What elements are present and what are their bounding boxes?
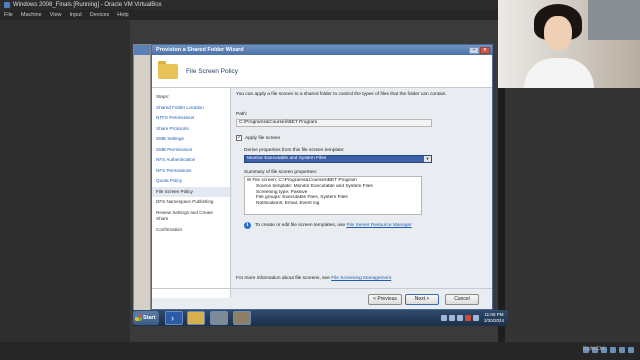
- next-button[interactable]: Next >: [405, 294, 439, 305]
- wizard-steps-sidebar: Steps: Shared Folder Location NTFS Permi…: [152, 88, 231, 298]
- summary-tree[interactable]: ⊟ File screen: C:\Programs&Courses\BET P…: [244, 176, 422, 215]
- menu-input[interactable]: Input: [70, 10, 82, 20]
- step-confirmation: Confirmation: [156, 226, 183, 232]
- steps-heading: Steps:: [156, 94, 170, 99]
- shared-folder-icon[interactable]: [619, 347, 625, 353]
- menu-file[interactable]: File: [4, 10, 13, 20]
- step-dfs-namespace-publishing: DFS Namespace Publishing: [156, 199, 214, 204]
- menu-machine[interactable]: Machine: [21, 10, 42, 20]
- provision-share-wizard: Provision a Shared Folder Wizard – × Fil…: [151, 44, 493, 310]
- tray-icon[interactable]: [440, 314, 447, 321]
- step-smb-permissions[interactable]: SMB Permissions: [152, 145, 230, 156]
- alert-icon[interactable]: [464, 314, 471, 321]
- footer-divider: [152, 288, 492, 289]
- step-shared-folder-location[interactable]: Shared Folder Location: [152, 103, 230, 114]
- fsrm-link[interactable]: File Server Resource Manager: [346, 223, 411, 228]
- step-share-protocols[interactable]: Share Protocols: [152, 124, 230, 135]
- step-file-screen-policy[interactable]: File Screen Policy: [152, 186, 230, 197]
- system-tray: 11:06 PM 3/30/2024: [440, 312, 504, 323]
- virtualbox-icon: [4, 2, 10, 8]
- tray-icon[interactable]: [448, 314, 455, 321]
- clock[interactable]: 11:06 PM 3/30/2024: [484, 312, 504, 323]
- server-manager-titlebar[interactable]: [134, 45, 150, 55]
- template-dropdown[interactable]: Monitor Executable and System Files ▼: [244, 155, 432, 163]
- wizard-content: You can apply a file screen to a shared …: [234, 90, 490, 298]
- menu-devices[interactable]: Devices: [90, 10, 110, 20]
- vbox-menubar: File Machine View Input Devices Help: [0, 10, 498, 20]
- step-review-settings: Review Settings and Create Share: [156, 209, 213, 222]
- desktop-background: [0, 20, 130, 342]
- tray-icon[interactable]: [456, 314, 463, 321]
- dialog-titlebar[interactable]: Provision a Shared Folder Wizard – ×: [152, 45, 492, 55]
- more-info-text: For more information about file screens,…: [236, 276, 392, 281]
- vbox-title: Windows 2008_Finals [Running] - Oracle V…: [13, 2, 162, 8]
- wizard-header: File Screen Policy: [152, 55, 492, 88]
- apply-file-screen-label: Apply file screen: [245, 135, 281, 141]
- host-key-label: Right Ctrl: [583, 346, 604, 352]
- derive-template-label: Derive properties from this file screen …: [244, 148, 345, 153]
- minimize-button[interactable]: –: [469, 46, 479, 54]
- summary-label: Summary of file screen properties:: [244, 170, 318, 175]
- page-title: File Screen Policy: [186, 68, 239, 75]
- server-manager-icon[interactable]: [210, 311, 228, 325]
- shared-folder-icon: [158, 61, 178, 79]
- apply-file-screen-checkbox[interactable]: ✓: [236, 135, 242, 141]
- path-label: Path:: [236, 112, 248, 117]
- previous-button[interactable]: < Previous: [368, 294, 402, 305]
- cancel-button[interactable]: Cancel: [445, 294, 479, 305]
- info-icon: i: [244, 222, 251, 229]
- guest-taskbar: Start 11:06 PM 3/30/2024: [133, 310, 508, 326]
- vm-statusbar: [0, 342, 640, 360]
- powershell-icon[interactable]: [165, 311, 183, 325]
- start-button[interactable]: Start: [133, 311, 159, 325]
- template-selected-value: Monitor Executable and System Files: [247, 156, 327, 161]
- apply-file-screen-row[interactable]: ✓ Apply file screen: [236, 135, 280, 141]
- tools-icon[interactable]: [233, 311, 251, 325]
- info-row: i To create or edit file screen template…: [244, 222, 412, 229]
- chevron-down-icon[interactable]: ▼: [424, 156, 431, 162]
- menu-help[interactable]: Help: [117, 10, 128, 20]
- step-quota-policy[interactable]: Quota Policy: [152, 176, 230, 187]
- close-button[interactable]: ×: [480, 46, 490, 54]
- step-ntfs-permissions[interactable]: NTFS Permissions: [152, 113, 230, 124]
- page-description: You can apply a file screen to a shared …: [236, 92, 447, 97]
- webcam-overlay: [498, 0, 640, 88]
- path-field[interactable]: C:\Programs&Courses\BET Program: [236, 119, 432, 127]
- step-smb-settings[interactable]: SMB Settings: [152, 134, 230, 145]
- server-manager-window[interactable]: [133, 44, 151, 324]
- speaker-icon[interactable]: [472, 314, 479, 321]
- dialog-title: Provision a Shared Folder Wizard: [156, 47, 244, 53]
- summary-line: Notifications: Email, Event log: [256, 201, 320, 207]
- step-nfs-permissions[interactable]: NFS Permissions: [152, 166, 230, 177]
- usb-icon[interactable]: [610, 347, 616, 353]
- menu-view[interactable]: View: [50, 10, 62, 20]
- info-text: To create or edit file screen templates,…: [255, 223, 412, 228]
- display-icon[interactable]: [628, 347, 634, 353]
- windows-logo-icon: [135, 314, 142, 321]
- step-nfs-authentication[interactable]: NFS Authentication: [152, 155, 230, 166]
- vbox-titlebar: Windows 2008_Finals [Running] - Oracle V…: [0, 0, 498, 10]
- file-screening-management-link[interactable]: File Screening Management: [331, 276, 391, 281]
- explorer-icon[interactable]: [187, 311, 205, 325]
